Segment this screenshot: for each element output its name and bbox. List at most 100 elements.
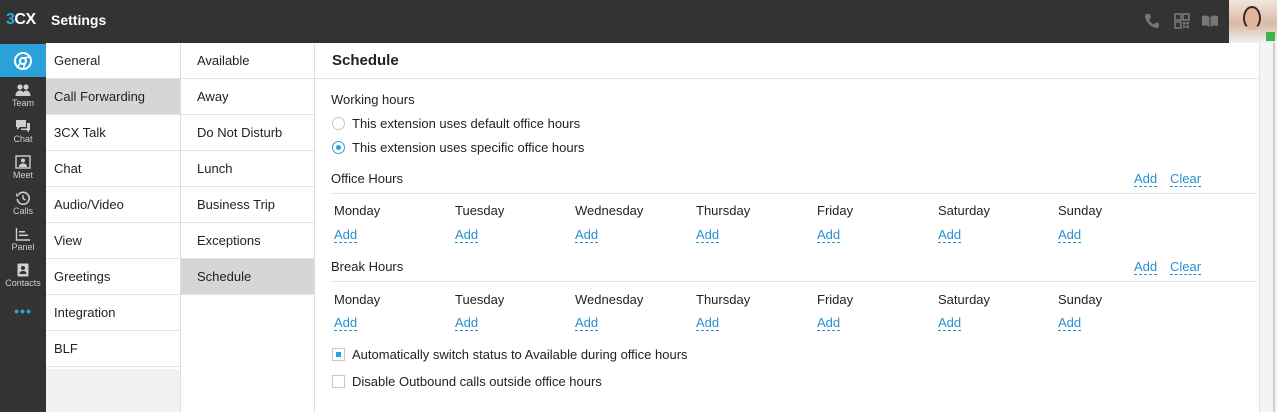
forwarding-nav-business-trip[interactable]: Business Trip (181, 187, 314, 223)
panel-header: Schedule (315, 43, 1259, 79)
rail-label-calls: Calls (12, 206, 33, 216)
team-icon (15, 84, 31, 96)
page-title: Schedule (332, 52, 399, 69)
settings-nav-general[interactable]: General (46, 43, 180, 79)
book-icon[interactable] (1201, 12, 1219, 30)
break-hours-day-monday: Monday (334, 292, 381, 307)
rail-item-contacts[interactable]: Contacts (0, 259, 46, 295)
phone-icon[interactable] (1143, 12, 1161, 30)
office-hours-day-wednesday: Wednesday (575, 203, 644, 218)
auto-switch-checkbox[interactable] (332, 348, 345, 361)
settings-nav-filler (46, 369, 181, 412)
break-hours-divider (331, 281, 1257, 282)
contacts-icon (17, 263, 29, 277)
forwarding-nav-exceptions[interactable]: Exceptions (181, 223, 314, 259)
forwarding-nav-lunch[interactable]: Lunch (181, 151, 314, 187)
schedule-panel: Schedule Working hours This extension us… (315, 43, 1259, 412)
break-hours-add-sunday-button[interactable]: Add (1058, 315, 1082, 331)
settings-nav-audio-video[interactable]: Audio/Video (46, 187, 180, 223)
rail-item-calls[interactable]: Calls (0, 187, 46, 223)
rail-label-contacts: Contacts (5, 278, 41, 288)
break-hours-day-friday: Friday (817, 292, 854, 307)
rail-item-team[interactable]: Team (0, 79, 46, 115)
forwarding-nav: Available Away Do Not Disturb Lunch Busi… (181, 43, 315, 412)
option-specific-label[interactable]: This extension uses specific office hour… (352, 140, 584, 155)
working-hours-label: Working hours (331, 92, 415, 107)
more-icon[interactable]: ••• (0, 303, 46, 319)
option-default-label[interactable]: This extension uses default office hours (352, 116, 580, 131)
office-hours-day-sunday: Sunday (1058, 203, 1103, 218)
settings-nav-integration[interactable]: Integration (46, 295, 180, 331)
radio-specific-hours[interactable] (332, 141, 345, 154)
break-hours-add-tuesday-button[interactable]: Add (455, 315, 479, 331)
break-hours-add-saturday-button[interactable]: Add (938, 315, 962, 331)
presence-indicator (1266, 32, 1275, 41)
office-hours-add-wednesday-button[interactable]: Add (575, 227, 599, 243)
office-hours-label: Office Hours (331, 171, 404, 186)
settings-nav: General Call Forwarding 3CX Talk Chat Au… (46, 43, 181, 369)
office-hours-add-tuesday-button[interactable]: Add (455, 227, 479, 243)
office-hours-divider (331, 193, 1257, 194)
meet-icon (15, 155, 31, 169)
break-hours-add-monday-button[interactable]: Add (334, 315, 358, 331)
panel-icon (15, 228, 30, 241)
break-hours-add-wednesday-button[interactable]: Add (575, 315, 599, 331)
top-bar: 3CX Settings (0, 0, 1277, 43)
forwarding-nav-available[interactable]: Available (181, 43, 314, 79)
office-hours-day-friday: Friday (817, 203, 854, 218)
office-hours-add-sunday-button[interactable]: Add (1058, 227, 1082, 243)
office-hours-add-friday-button[interactable]: Add (817, 227, 841, 243)
settings-nav-chat[interactable]: Chat (46, 151, 180, 187)
scrollbar-thumb[interactable] (1273, 43, 1275, 412)
rail-item-meet[interactable]: Meet (0, 151, 46, 187)
forwarding-nav-do-not-disturb[interactable]: Do Not Disturb (181, 115, 314, 151)
disable-outbound-label[interactable]: Disable Outbound calls outside office ho… (352, 374, 602, 389)
office-hours-day-saturday: Saturday (938, 203, 991, 218)
auto-switch-label[interactable]: Automatically switch status to Available… (352, 347, 688, 362)
app-title: Settings (51, 12, 107, 28)
break-hours-day-wednesday: Wednesday (575, 292, 644, 307)
break-hours-day-tuesday: Tuesday (455, 292, 505, 307)
rail-item-settings[interactable] (0, 44, 46, 77)
office-hours-clear-button[interactable]: Clear (1170, 171, 1202, 187)
break-hours-day-thursday: Thursday (696, 292, 751, 307)
rail-label-meet: Meet (12, 170, 33, 180)
avatar-face (1243, 6, 1261, 30)
break-hours-add-button[interactable]: Add (1134, 259, 1158, 275)
break-hours-add-friday-button[interactable]: Add (817, 315, 841, 331)
rail-item-chat[interactable]: Chat (0, 115, 46, 151)
break-hours-label: Break Hours (331, 259, 404, 274)
forwarding-nav-away[interactable]: Away (181, 79, 314, 115)
settings-nav-3cx-talk[interactable]: 3CX Talk (46, 115, 180, 151)
office-hours-day-tuesday: Tuesday (455, 203, 505, 218)
rail-label-team: Team (11, 98, 34, 108)
disable-outbound-checkbox[interactable] (332, 375, 345, 388)
break-hours-add-thursday-button[interactable]: Add (696, 315, 720, 331)
office-hours-add-monday-button[interactable]: Add (334, 227, 358, 243)
office-hours-day-monday: Monday (334, 203, 381, 218)
office-hours-add-button[interactable]: Add (1134, 171, 1158, 187)
break-hours-day-sunday: Sunday (1058, 292, 1103, 307)
office-hours-add-saturday-button[interactable]: Add (938, 227, 962, 243)
user-avatar[interactable] (1229, 0, 1277, 43)
left-rail: Team Chat Meet Calls Panel Contacts ••• (0, 43, 46, 412)
settings-nav-view[interactable]: View (46, 223, 180, 259)
chat-icon (16, 120, 30, 133)
rail-item-panel[interactable]: Panel (0, 223, 46, 259)
scrollbar[interactable] (1259, 43, 1277, 412)
radio-default-hours[interactable] (332, 117, 345, 130)
forwarding-nav-schedule[interactable]: Schedule (181, 259, 314, 295)
rail-label-chat: Chat (13, 134, 33, 144)
chrome-icon (14, 52, 32, 70)
rail-label-panel: Panel (11, 242, 35, 252)
break-hours-day-saturday: Saturday (938, 292, 991, 307)
settings-nav-greetings[interactable]: Greetings (46, 259, 180, 295)
break-hours-clear-button[interactable]: Clear (1170, 259, 1202, 275)
settings-nav-blf[interactable]: BLF (46, 331, 180, 367)
app-logo: 3CX (6, 11, 36, 28)
office-hours-add-thursday-button[interactable]: Add (696, 227, 720, 243)
history-icon (16, 191, 30, 205)
office-hours-day-thursday: Thursday (696, 203, 751, 218)
settings-nav-call-forwarding[interactable]: Call Forwarding (46, 79, 180, 115)
qr-code-icon[interactable] (1173, 12, 1191, 30)
